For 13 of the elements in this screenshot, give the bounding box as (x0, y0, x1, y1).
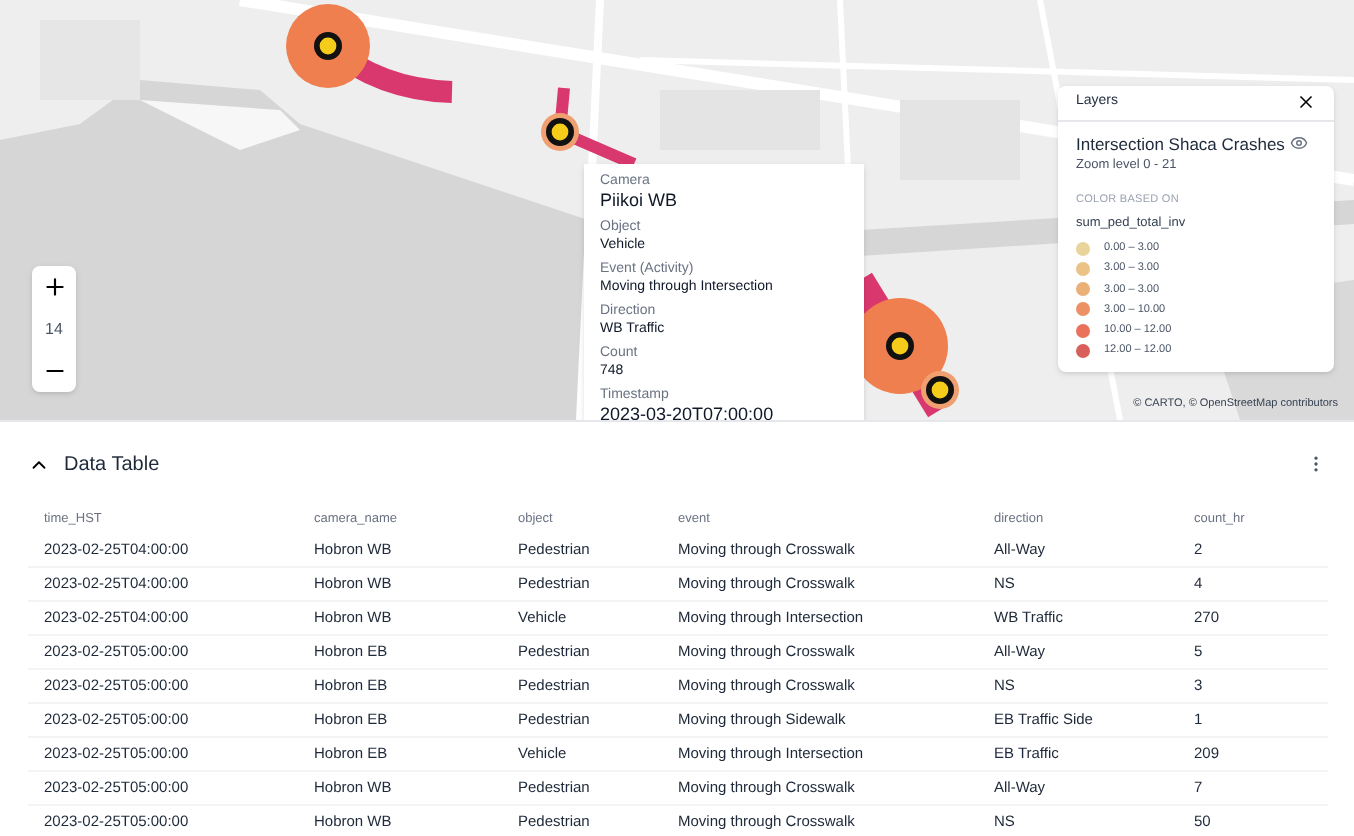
visibility-icon[interactable] (1290, 134, 1309, 153)
panel-title: Data Table (64, 451, 160, 479)
close-button[interactable] (1296, 92, 1316, 113)
marker-icon[interactable] (286, 4, 370, 88)
marker-icon[interactable] (921, 371, 959, 409)
plus-icon (41, 274, 67, 300)
close-icon (1296, 92, 1316, 113)
marker-icon[interactable] (541, 113, 579, 151)
field-value: Piikoi WB (600, 190, 680, 212)
field-value: 2023-03-20T07:00:00 (600, 404, 776, 420)
route-line (553, 87, 637, 170)
zoom-level: 14 (45, 318, 63, 342)
layer-name: Intersection Shaca Crashes (1076, 131, 1285, 157)
